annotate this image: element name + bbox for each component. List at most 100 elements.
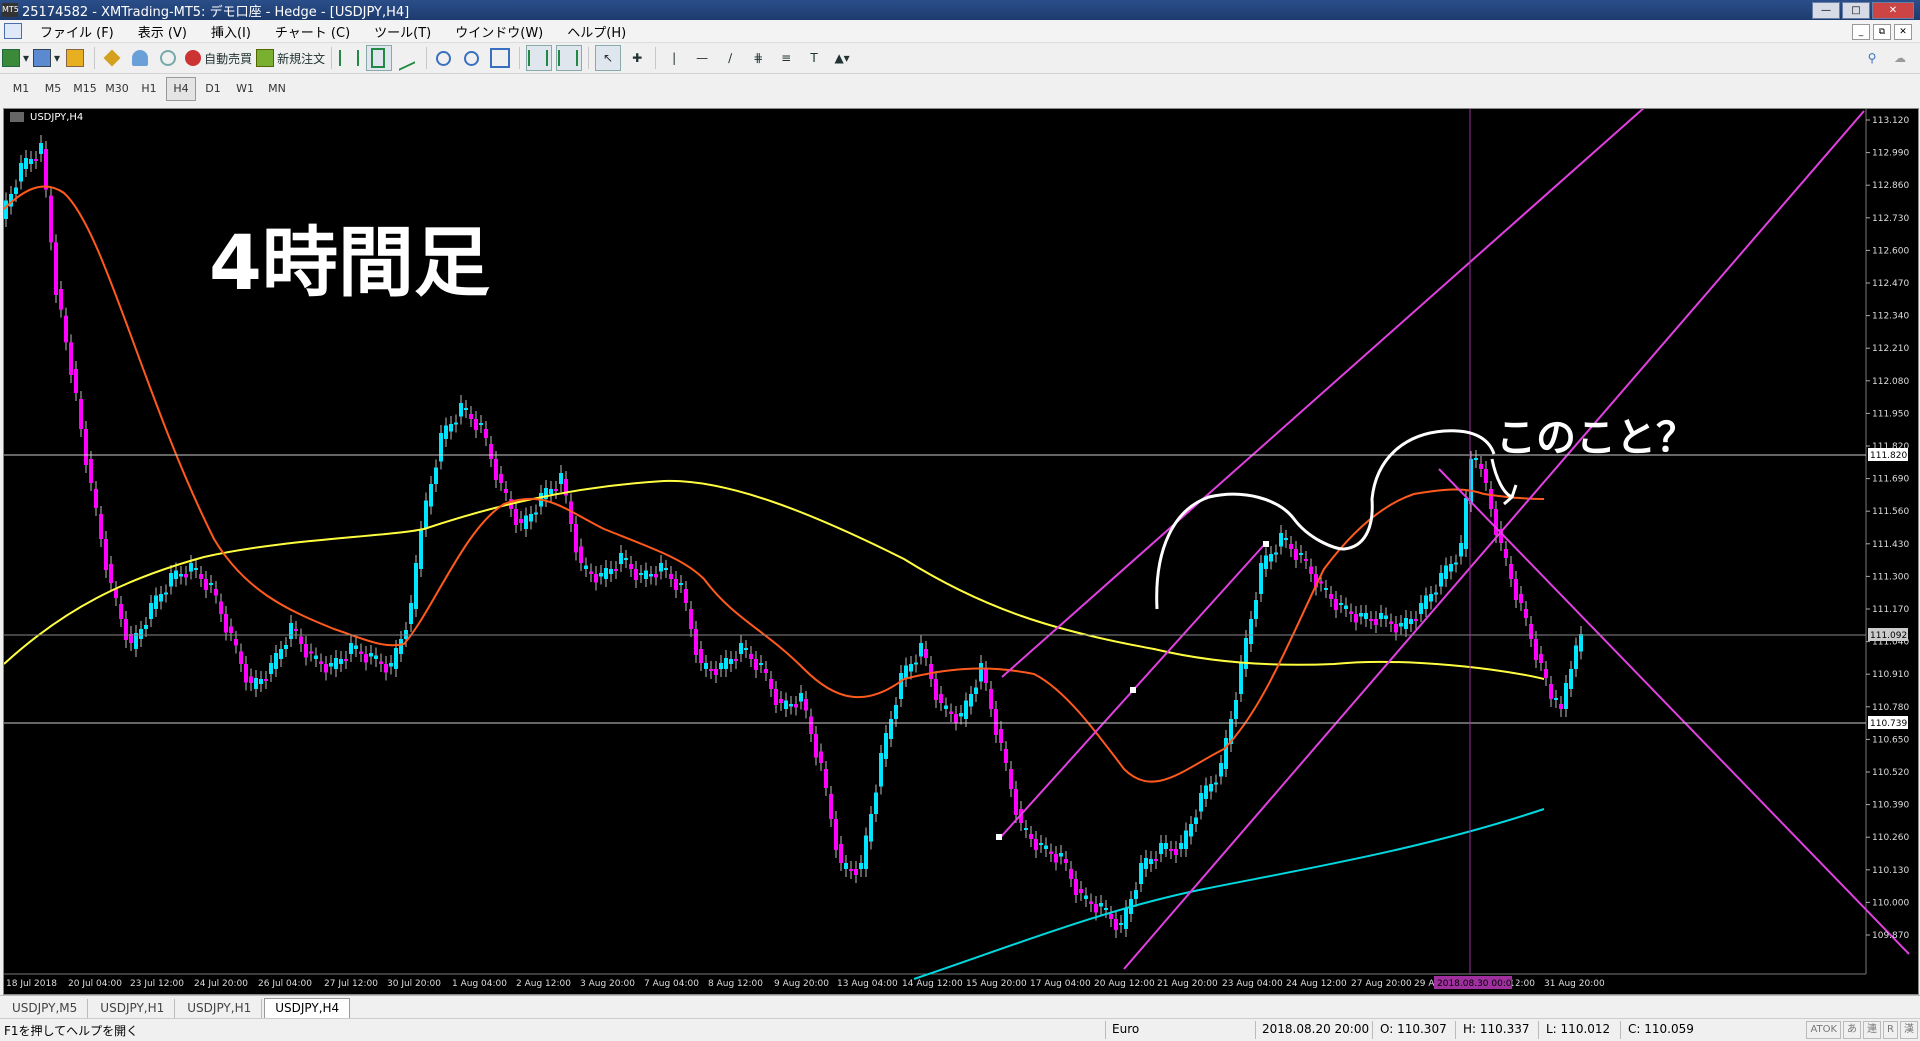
line-chart-button[interactable] [396, 45, 420, 71]
time-tick-label: 23 Aug 04:00 [1222, 979, 1283, 989]
close-icon[interactable]: ✕ [1872, 2, 1914, 19]
vertical-line-button[interactable]: | [662, 46, 686, 70]
new-chart-button[interactable]: ▾ [2, 46, 29, 70]
time-tick-label: 7 Aug 04:00 [644, 979, 699, 989]
candle-body [1139, 863, 1143, 884]
candle-body [139, 629, 143, 639]
autoscroll-button[interactable] [526, 45, 553, 71]
tile-windows-button[interactable] [489, 46, 513, 70]
new-order-button[interactable]: 新規注文 [256, 46, 325, 70]
profiles-button[interactable]: ▾ [33, 46, 60, 70]
candle-body [319, 661, 323, 664]
menu-view[interactable]: 表示 (V) [126, 22, 199, 41]
price-tick-label: 112.730 [1872, 214, 1909, 224]
tab-usdjpy-h4[interactable]: USDJPY,H4 [264, 998, 351, 1018]
market-watch-button[interactable] [64, 46, 88, 70]
candle-body [734, 659, 738, 661]
menu-file[interactable]: ファイル (F) [28, 22, 126, 41]
text-button[interactable]: T [802, 46, 826, 70]
ime-romaji[interactable]: R [1883, 1021, 1898, 1039]
zoom-out-button[interactable] [461, 46, 485, 70]
menu-help[interactable]: ヘルプ(H) [555, 22, 638, 41]
candle-body [424, 500, 428, 529]
candle-body [204, 579, 208, 590]
chat-button[interactable]: ☁ [1888, 46, 1912, 70]
candle-body [1419, 603, 1423, 614]
shapes-button[interactable]: ▲▾ [830, 46, 854, 70]
timeframe-w1[interactable]: W1 [230, 78, 260, 100]
tab-usdjpy-h1-2[interactable]: USDJPY,H1 [177, 999, 263, 1018]
candle-body [584, 565, 588, 569]
menu-window[interactable]: ウインドウ(W) [443, 22, 555, 41]
candle-body [1279, 533, 1283, 547]
candle-body [109, 564, 113, 583]
menu-tools[interactable]: ツール(T) [362, 22, 443, 41]
timeframe-m15[interactable]: M15 [70, 78, 100, 100]
candle-body [829, 794, 833, 819]
mdi-restore-icon[interactable]: ⧉ [1873, 24, 1891, 40]
equidistant-channel-button[interactable]: ⋕ [746, 46, 770, 70]
fibonacci-button[interactable]: ≡ [774, 46, 798, 70]
candle-body [289, 623, 293, 639]
timeframe-m5[interactable]: M5 [38, 78, 68, 100]
tab-usdjpy-h1[interactable]: USDJPY,H1 [90, 999, 176, 1018]
ime-kanji[interactable]: 漢 [1900, 1021, 1918, 1039]
candlestick-button[interactable] [366, 45, 393, 71]
ime-hiragana[interactable]: あ [1843, 1021, 1862, 1039]
channel-anchor[interactable] [996, 834, 1002, 840]
candle-body [1459, 543, 1463, 557]
auto-trade-button[interactable]: 自動売買 [185, 46, 252, 70]
profiles-icon [33, 49, 52, 67]
timeframe-m30[interactable]: M30 [102, 78, 132, 100]
autoscroll-icon [527, 50, 548, 66]
trendline-icon: ∕ [728, 51, 733, 65]
candle-body [764, 669, 768, 673]
maximize-icon[interactable]: □ [1842, 2, 1870, 19]
ime-atok[interactable]: ATOK [1806, 1021, 1842, 1039]
navigator-button[interactable] [101, 46, 125, 70]
ime-conversion[interactable]: 連 [1863, 1021, 1882, 1039]
tab-usdjpy-m5[interactable]: USDJPY,M5 [2, 999, 89, 1018]
chart-window[interactable]: 4時間足 このこと？ 113.120 112.990 112.860 112.730 1… [3, 108, 1919, 995]
zoom-in-button[interactable] [433, 46, 457, 70]
menu-chart[interactable]: チャート (C) [263, 22, 362, 41]
crosshair-button[interactable]: ✚ [625, 46, 649, 70]
horizontal-line-button[interactable]: — [690, 46, 714, 70]
candle-body [164, 592, 168, 595]
trendline-button[interactable]: ∕ [718, 46, 742, 70]
toolbox-button[interactable] [129, 46, 153, 70]
candle-body [919, 643, 923, 657]
candle-body [964, 700, 968, 719]
mdi-close-icon[interactable]: ✕ [1894, 24, 1912, 40]
timeframe-h1[interactable]: H1 [134, 78, 164, 100]
candle-body [1064, 859, 1068, 863]
channel-anchor[interactable] [1263, 541, 1269, 547]
candle-body [1244, 638, 1248, 669]
cursor-button[interactable]: ↖ [595, 45, 622, 71]
menu-insert[interactable]: 挿入(I) [199, 22, 263, 41]
mdi-minimize-icon[interactable]: _ [1852, 24, 1870, 40]
chart-shift-button[interactable] [556, 45, 583, 71]
candle-body [759, 663, 763, 665]
candle-body [1049, 851, 1053, 854]
timeframe-h4[interactable]: H4 [166, 77, 196, 101]
timeframe-mn[interactable]: MN [262, 78, 292, 100]
price-tick-label: 110.520 [1872, 768, 1909, 778]
price-tick-label: 110.780 [1872, 703, 1909, 713]
candle-body [739, 643, 743, 654]
timeframe-d1[interactable]: D1 [198, 78, 228, 100]
candle-body [1399, 623, 1403, 627]
candle-body [1559, 704, 1563, 709]
fibonacci-icon: ≡ [781, 51, 792, 65]
channel-anchor[interactable] [1130, 687, 1136, 693]
candle-body [629, 564, 633, 569]
candle-body [419, 529, 423, 569]
search-button[interactable]: ⚲ [1860, 46, 1884, 70]
minimize-icon[interactable]: — [1812, 2, 1840, 19]
candle-body [694, 629, 698, 655]
price-chart[interactable]: 4時間足 このこと？ 113.120 112.990 112.860 112.730 1… [4, 109, 1918, 994]
timeframe-m1[interactable]: M1 [6, 78, 36, 100]
document-icon[interactable] [4, 23, 22, 39]
bar-chart-button[interactable] [338, 46, 362, 70]
signals-button[interactable] [157, 46, 181, 70]
